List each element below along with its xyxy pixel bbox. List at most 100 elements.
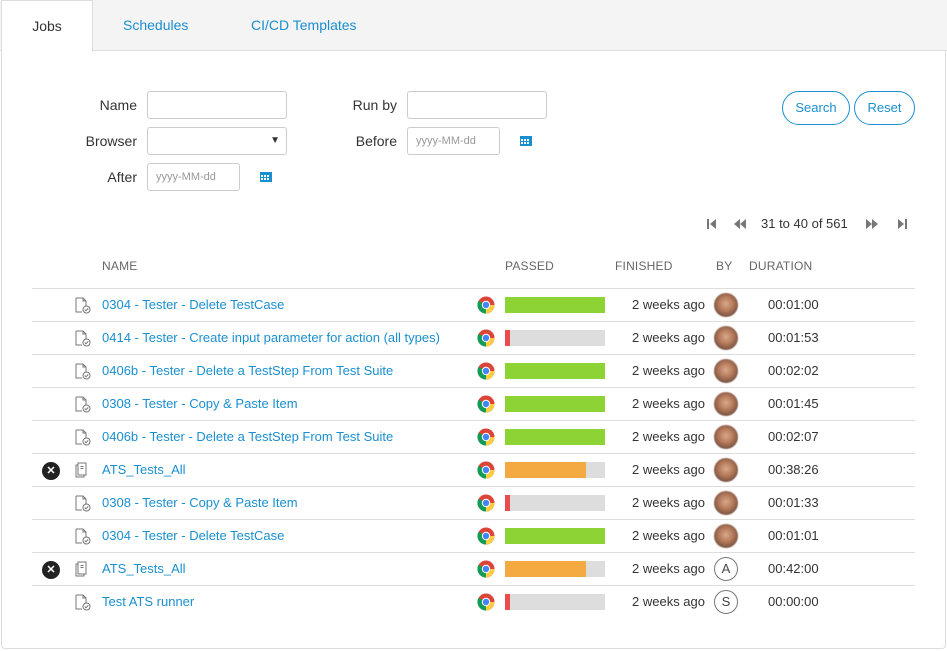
testcase-document-icon [75, 495, 91, 512]
job-duration: 00:02:02 [768, 363, 819, 378]
reset-button[interactable]: Reset [854, 91, 915, 125]
tab-schedules[interactable]: Schedules [123, 0, 188, 51]
testcase-document-icon [75, 363, 91, 380]
testcase-document-icon [75, 297, 91, 314]
suite-documents-icon [75, 462, 91, 479]
passed-progress-fill [505, 363, 605, 379]
table-row: 0304 - Tester - Delete TestCase 2 weeks a… [32, 288, 915, 321]
before-date-input[interactable]: yyyy-MM-dd [407, 127, 500, 155]
first-page-icon[interactable] [704, 217, 718, 231]
table-row: 0304 - Tester - Delete TestCase 2 weeks a… [32, 519, 915, 552]
caret-down-icon: ▼ [270, 135, 280, 146]
testcase-document-icon [75, 528, 91, 545]
next-page-icon[interactable] [865, 217, 879, 231]
search-button[interactable]: Search [782, 91, 850, 125]
finished-time: 2 weeks ago [632, 297, 705, 312]
job-duration: 00:01:33 [768, 495, 819, 510]
finished-time: 2 weeks ago [632, 561, 705, 576]
testcase-document-icon [75, 396, 91, 413]
jobs-table-body: 0304 - Tester - Delete TestCase 2 weeks a… [32, 288, 915, 618]
user-avatar [714, 458, 738, 482]
after-date-input[interactable]: yyyy-MM-dd [147, 163, 240, 191]
job-name-link[interactable]: 0308 - Tester - Copy & Paste Item [102, 388, 298, 420]
user-avatar [714, 392, 738, 416]
passed-progress-fill [505, 297, 605, 313]
passed-progress-fill [505, 594, 510, 610]
name-label: Name [99, 97, 137, 113]
passed-progress-bar [505, 528, 605, 544]
job-name-link[interactable]: 0406b - Tester - Delete a TestStep From … [102, 421, 393, 453]
job-name-link[interactable]: 0414 - Tester - Create input parameter f… [102, 322, 440, 354]
passed-progress-bar [505, 429, 605, 445]
user-avatar [714, 326, 738, 350]
job-name-link[interactable]: ATS_Tests_All [102, 454, 186, 486]
finished-time: 2 weeks ago [632, 429, 705, 444]
user-avatar [714, 524, 738, 548]
passed-progress-fill [505, 528, 605, 544]
column-header-by: BY [716, 259, 733, 273]
run-by-input[interactable] [407, 91, 547, 119]
passed-progress-bar [505, 363, 605, 379]
tab-bar: Jobs Schedules CI/CD Templates [0, 0, 947, 52]
job-name-link[interactable]: ATS_Tests_All [102, 553, 186, 585]
table-row: Test ATS runner 2 weeks ago S 00:00:00 [32, 585, 915, 618]
last-page-icon[interactable] [896, 217, 910, 231]
job-duration: 00:42:00 [768, 561, 819, 576]
chrome-browser-icon [477, 296, 495, 314]
passed-progress-bar [505, 594, 605, 610]
passed-progress-bar [505, 330, 605, 346]
job-name-link[interactable]: 0304 - Tester - Delete TestCase [102, 520, 284, 552]
user-initial-avatar: A [714, 557, 738, 581]
error-status-icon: ✕ [42, 561, 60, 579]
job-duration: 00:01:01 [768, 528, 819, 543]
table-row: 0406b - Tester - Delete a TestStep From … [32, 354, 915, 387]
pagination-range: 31 to 40 of 561 [761, 216, 848, 231]
finished-time: 2 weeks ago [632, 363, 705, 378]
user-avatar [714, 293, 738, 317]
calendar-icon[interactable] [520, 135, 532, 146]
job-duration: 00:01:00 [768, 297, 819, 312]
job-duration: 00:01:53 [768, 330, 819, 345]
error-status-icon: ✕ [42, 462, 60, 480]
prev-page-icon[interactable] [733, 217, 747, 231]
chrome-browser-icon [477, 329, 495, 347]
job-name-link[interactable]: 0304 - Tester - Delete TestCase [102, 289, 284, 321]
passed-progress-fill [505, 561, 586, 577]
tab-jobs[interactable]: Jobs [1, 0, 93, 52]
after-label: After [107, 169, 137, 185]
tab-cicd-templates[interactable]: CI/CD Templates [251, 0, 357, 51]
column-header-finished: FINISHED [615, 259, 673, 273]
finished-time: 2 weeks ago [632, 396, 705, 411]
passed-progress-fill [505, 330, 510, 346]
table-row: ✕ ATS_Tests_All 2 weeks ago A 00:42:00 [32, 552, 915, 585]
user-avatar [714, 491, 738, 515]
table-row: 0308 - Tester - Copy & Paste Item 2 weeks… [32, 387, 915, 420]
passed-progress-bar [505, 462, 605, 478]
job-name-link[interactable]: 0308 - Tester - Copy & Paste Item [102, 487, 298, 519]
name-input[interactable] [147, 91, 287, 119]
calendar-icon[interactable] [260, 171, 272, 182]
browser-select[interactable]: ▼ [147, 127, 287, 155]
chrome-browser-icon [477, 494, 495, 512]
job-name-link[interactable]: 0406b - Tester - Delete a TestStep From … [102, 355, 393, 387]
chrome-browser-icon [477, 560, 495, 578]
finished-time: 2 weeks ago [632, 330, 705, 345]
column-header-name: NAME [102, 259, 138, 273]
table-row: 0308 - Tester - Copy & Paste Item 2 weeks… [32, 486, 915, 519]
table-row: 0414 - Tester - Create input parameter f… [32, 321, 915, 354]
finished-time: 2 weeks ago [632, 528, 705, 543]
testcase-document-icon [75, 330, 91, 347]
job-name-link[interactable]: Test ATS runner [102, 586, 194, 618]
chrome-browser-icon [477, 395, 495, 413]
run-by-label: Run by [352, 97, 397, 113]
passed-progress-bar [505, 297, 605, 313]
passed-progress-bar [505, 495, 605, 511]
passed-progress-fill [505, 429, 605, 445]
finished-time: 2 weeks ago [632, 495, 705, 510]
chrome-browser-icon [477, 461, 495, 479]
user-avatar [714, 359, 738, 383]
table-row: ✕ ATS_Tests_All 2 weeks ago 00:38:26 [32, 453, 915, 486]
chrome-browser-icon [477, 362, 495, 380]
job-duration: 00:38:26 [768, 462, 819, 477]
table-row: 0406b - Tester - Delete a TestStep From … [32, 420, 915, 453]
